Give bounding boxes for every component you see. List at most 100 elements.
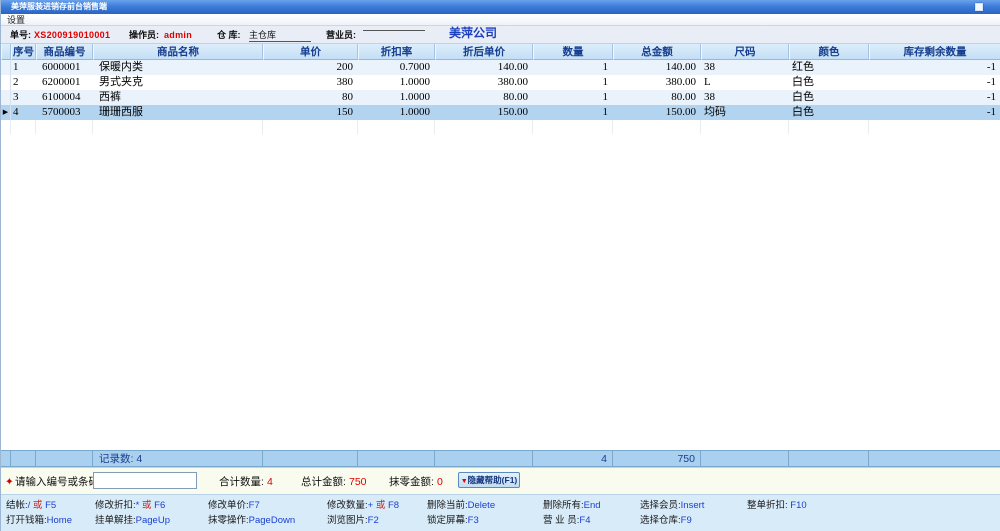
operator-value: admin xyxy=(164,30,192,41)
help-item: 锁定屏幕:F3 xyxy=(427,515,479,527)
cell-code: 6000001 xyxy=(36,60,93,75)
cell-stock: -1 xyxy=(869,75,1000,90)
cell-size: L xyxy=(701,75,789,90)
salesperson-field[interactable] xyxy=(363,30,425,31)
table-row[interactable]: 3 6100004 西裤 80 1.0000 80.00 1 80.00 38 … xyxy=(1,90,1000,105)
empty-grid-row xyxy=(1,120,1000,134)
menu-settings[interactable]: 设置 xyxy=(1,14,31,26)
window-title: 美萍服装进销存前台销售端 xyxy=(11,2,107,11)
cell-discount: 1.0000 xyxy=(358,105,435,120)
prompt-star-icon: ✦ xyxy=(5,475,14,489)
table-row[interactable]: 1 6000001 保暖内类 200 0.7000 140.00 1 140.0… xyxy=(1,60,1000,75)
totals-qty: 4 xyxy=(533,451,613,467)
help-item: 抹零操作:PageDown xyxy=(208,515,295,527)
cell-price: 80 xyxy=(263,90,358,105)
help-item: 删除所有:End xyxy=(543,500,601,512)
cell-price: 380 xyxy=(263,75,358,90)
warehouse-field[interactable]: 主仓库 xyxy=(249,30,311,42)
cell-stock: -1 xyxy=(869,60,1000,75)
hide-help-label: 隐藏帮助(F1) xyxy=(468,475,518,485)
cell-price: 200 xyxy=(263,60,358,75)
hotkey-help-panel: 结帐:/ 或 F5 修改折扣:* 或 F6 修改单价:F7 修改数量:+ 或 F… xyxy=(1,494,1000,531)
help-item: 结帐:/ 或 F5 xyxy=(6,500,56,512)
header-qty: 数量 xyxy=(533,44,613,60)
cell-disc-price: 80.00 xyxy=(435,90,533,105)
cell-stock: -1 xyxy=(869,105,1000,120)
header-price: 单价 xyxy=(263,44,358,60)
header-amount: 总金额 xyxy=(613,44,701,60)
table-row[interactable]: 2 6200001 男式夹克 380 1.0000 380.00 1 380.0… xyxy=(1,75,1000,90)
help-row-2: 打开钱箱:Home 挂单解挂:PageUp 抹零操作:PageDown 浏览图片… xyxy=(1,515,1000,528)
hide-help-button[interactable]: ▼隐藏帮助(F1) xyxy=(458,472,520,488)
company-name: 美萍公司 xyxy=(449,28,497,39)
help-item: 修改折扣:* 或 F6 xyxy=(95,500,165,512)
cell-qty: 1 xyxy=(533,60,613,75)
rounding-label: 抹零金额: xyxy=(389,475,434,489)
help-item: 选择会员:Insert xyxy=(640,500,704,512)
header-disc-price: 折后单价 xyxy=(435,44,533,60)
cell-seq: 4 xyxy=(11,105,36,120)
record-count: 记录数: 4 xyxy=(93,451,263,467)
table-row-selected[interactable]: ▶ 4 5700003 珊珊西服 150 1.0000 150.00 1 150… xyxy=(1,105,1000,120)
menu-bar: 设置 xyxy=(1,14,1000,26)
cell-name: 男式夹克 xyxy=(93,75,263,90)
cell-size: 38 xyxy=(701,90,789,105)
salesperson-label: 营业员: xyxy=(326,30,356,41)
header-stock: 库存剩余数量 xyxy=(869,44,1000,60)
cell-discount: 1.0000 xyxy=(358,75,435,90)
help-item: 删除当前:Delete xyxy=(427,500,495,512)
header-code: 商品编号 xyxy=(36,44,93,60)
cell-name: 西裤 xyxy=(93,90,263,105)
row-selector xyxy=(1,60,11,75)
total-amount-label: 总计金额: xyxy=(301,475,346,489)
header-selector xyxy=(1,44,11,60)
barcode-prompt: 请输入编号或条码: xyxy=(15,475,102,489)
barcode-input[interactable] xyxy=(93,472,197,489)
row-selector xyxy=(1,75,11,90)
input-panel: ✦ 请输入编号或条码: 合计数量: 4 总计金额: 750 抹零金额: 0 ▼隐… xyxy=(1,467,1000,494)
cell-seq: 3 xyxy=(11,90,36,105)
order-no-value: XS200919010001 xyxy=(34,30,110,41)
cell-size: 均码 xyxy=(701,105,789,120)
help-item: 整单折扣: F10 xyxy=(747,500,807,512)
cell-amount: 380.00 xyxy=(613,75,701,90)
cell-disc-price: 140.00 xyxy=(435,60,533,75)
cell-disc-price: 380.00 xyxy=(435,75,533,90)
help-item: 打开钱箱:Home xyxy=(6,515,72,527)
cell-code: 6100004 xyxy=(36,90,93,105)
cell-color: 白色 xyxy=(789,90,869,105)
operator-label: 操作员: xyxy=(129,30,159,41)
cell-seq: 1 xyxy=(11,60,36,75)
cell-code: 5700003 xyxy=(36,105,93,120)
cell-seq: 2 xyxy=(11,75,36,90)
help-item: 修改数量:+ 或 F8 xyxy=(327,500,399,512)
row-selector xyxy=(1,90,11,105)
grid-header-row: 序号 商品编号 商品名称 单价 折扣率 折后单价 数量 总金额 尺码 颜色 库存… xyxy=(1,44,1000,60)
window-control-icon[interactable] xyxy=(975,3,983,11)
help-item: 修改单价:F7 xyxy=(208,500,260,512)
total-qty-label: 合计数量: xyxy=(219,475,264,489)
help-item: 浏览图片:F2 xyxy=(327,515,379,527)
cell-name: 保暖内类 xyxy=(93,60,263,75)
help-item: 挂单解挂:PageUp xyxy=(95,515,170,527)
header-color: 颜色 xyxy=(789,44,869,60)
help-item: 选择仓库:F9 xyxy=(640,515,692,527)
record-count-value: 4 xyxy=(136,453,142,465)
hide-help-arrow-icon: ▼ xyxy=(461,478,468,485)
help-row-1: 结帐:/ 或 F5 修改折扣:* 或 F6 修改单价:F7 修改数量:+ 或 F… xyxy=(1,500,1000,513)
order-no-label: 单号: xyxy=(10,30,31,41)
header-name: 商品名称 xyxy=(93,44,263,60)
totals-selector xyxy=(1,451,11,467)
cell-disc-price: 150.00 xyxy=(435,105,533,120)
total-amount-value: 750 xyxy=(349,475,367,489)
header-seq: 序号 xyxy=(11,44,36,60)
cell-amount: 80.00 xyxy=(613,90,701,105)
warehouse-label: 仓 库: xyxy=(217,30,241,41)
cell-qty: 1 xyxy=(533,105,613,120)
cell-color: 红色 xyxy=(789,60,869,75)
help-item: 营 业 员:F4 xyxy=(543,515,591,527)
cell-size: 38 xyxy=(701,60,789,75)
order-toolbar: 单号: XS200919010001 操作员: admin 仓 库: 主仓库 营… xyxy=(1,26,1000,44)
cell-discount: 0.7000 xyxy=(358,60,435,75)
cell-amount: 150.00 xyxy=(613,105,701,120)
